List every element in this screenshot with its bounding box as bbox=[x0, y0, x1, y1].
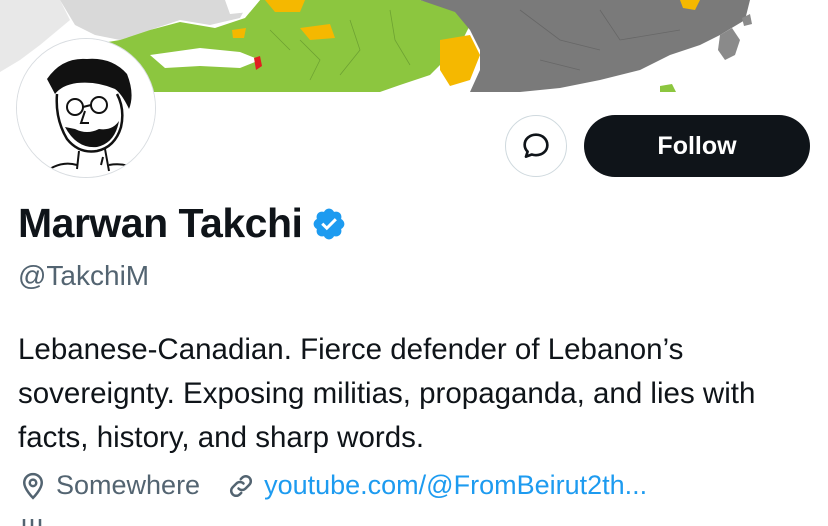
calendar-icon bbox=[22, 519, 42, 526]
profile-handle: @TakchiM bbox=[18, 260, 150, 291]
message-bubble-icon bbox=[523, 133, 549, 158]
location-pin-icon bbox=[22, 472, 44, 500]
message-button[interactable] bbox=[505, 115, 567, 177]
follow-button[interactable]: Follow bbox=[584, 115, 810, 177]
profile-avatar[interactable] bbox=[16, 38, 156, 178]
link-icon bbox=[230, 474, 253, 497]
profile-meta-row: Somewhere youtube.com/@FromBeirut2th... bbox=[18, 470, 647, 501]
profile-bio: Lebanese-Canadian. Fierce defender of Le… bbox=[18, 333, 756, 454]
location-text: Somewhere bbox=[56, 470, 201, 500]
website-link[interactable]: youtube.com/@FromBeirut2th... bbox=[264, 470, 647, 501]
avatar-sketch-image bbox=[17, 39, 155, 177]
website-item: youtube.com/@FromBeirut2th... bbox=[226, 470, 647, 501]
profile-name: Marwan Takchi bbox=[18, 200, 303, 246]
location-item: Somewhere bbox=[18, 470, 200, 501]
profile-name-row: Marwan Takchi bbox=[18, 200, 347, 247]
next-meta-row-partial bbox=[18, 515, 58, 526]
verified-badge-icon[interactable] bbox=[311, 206, 347, 242]
